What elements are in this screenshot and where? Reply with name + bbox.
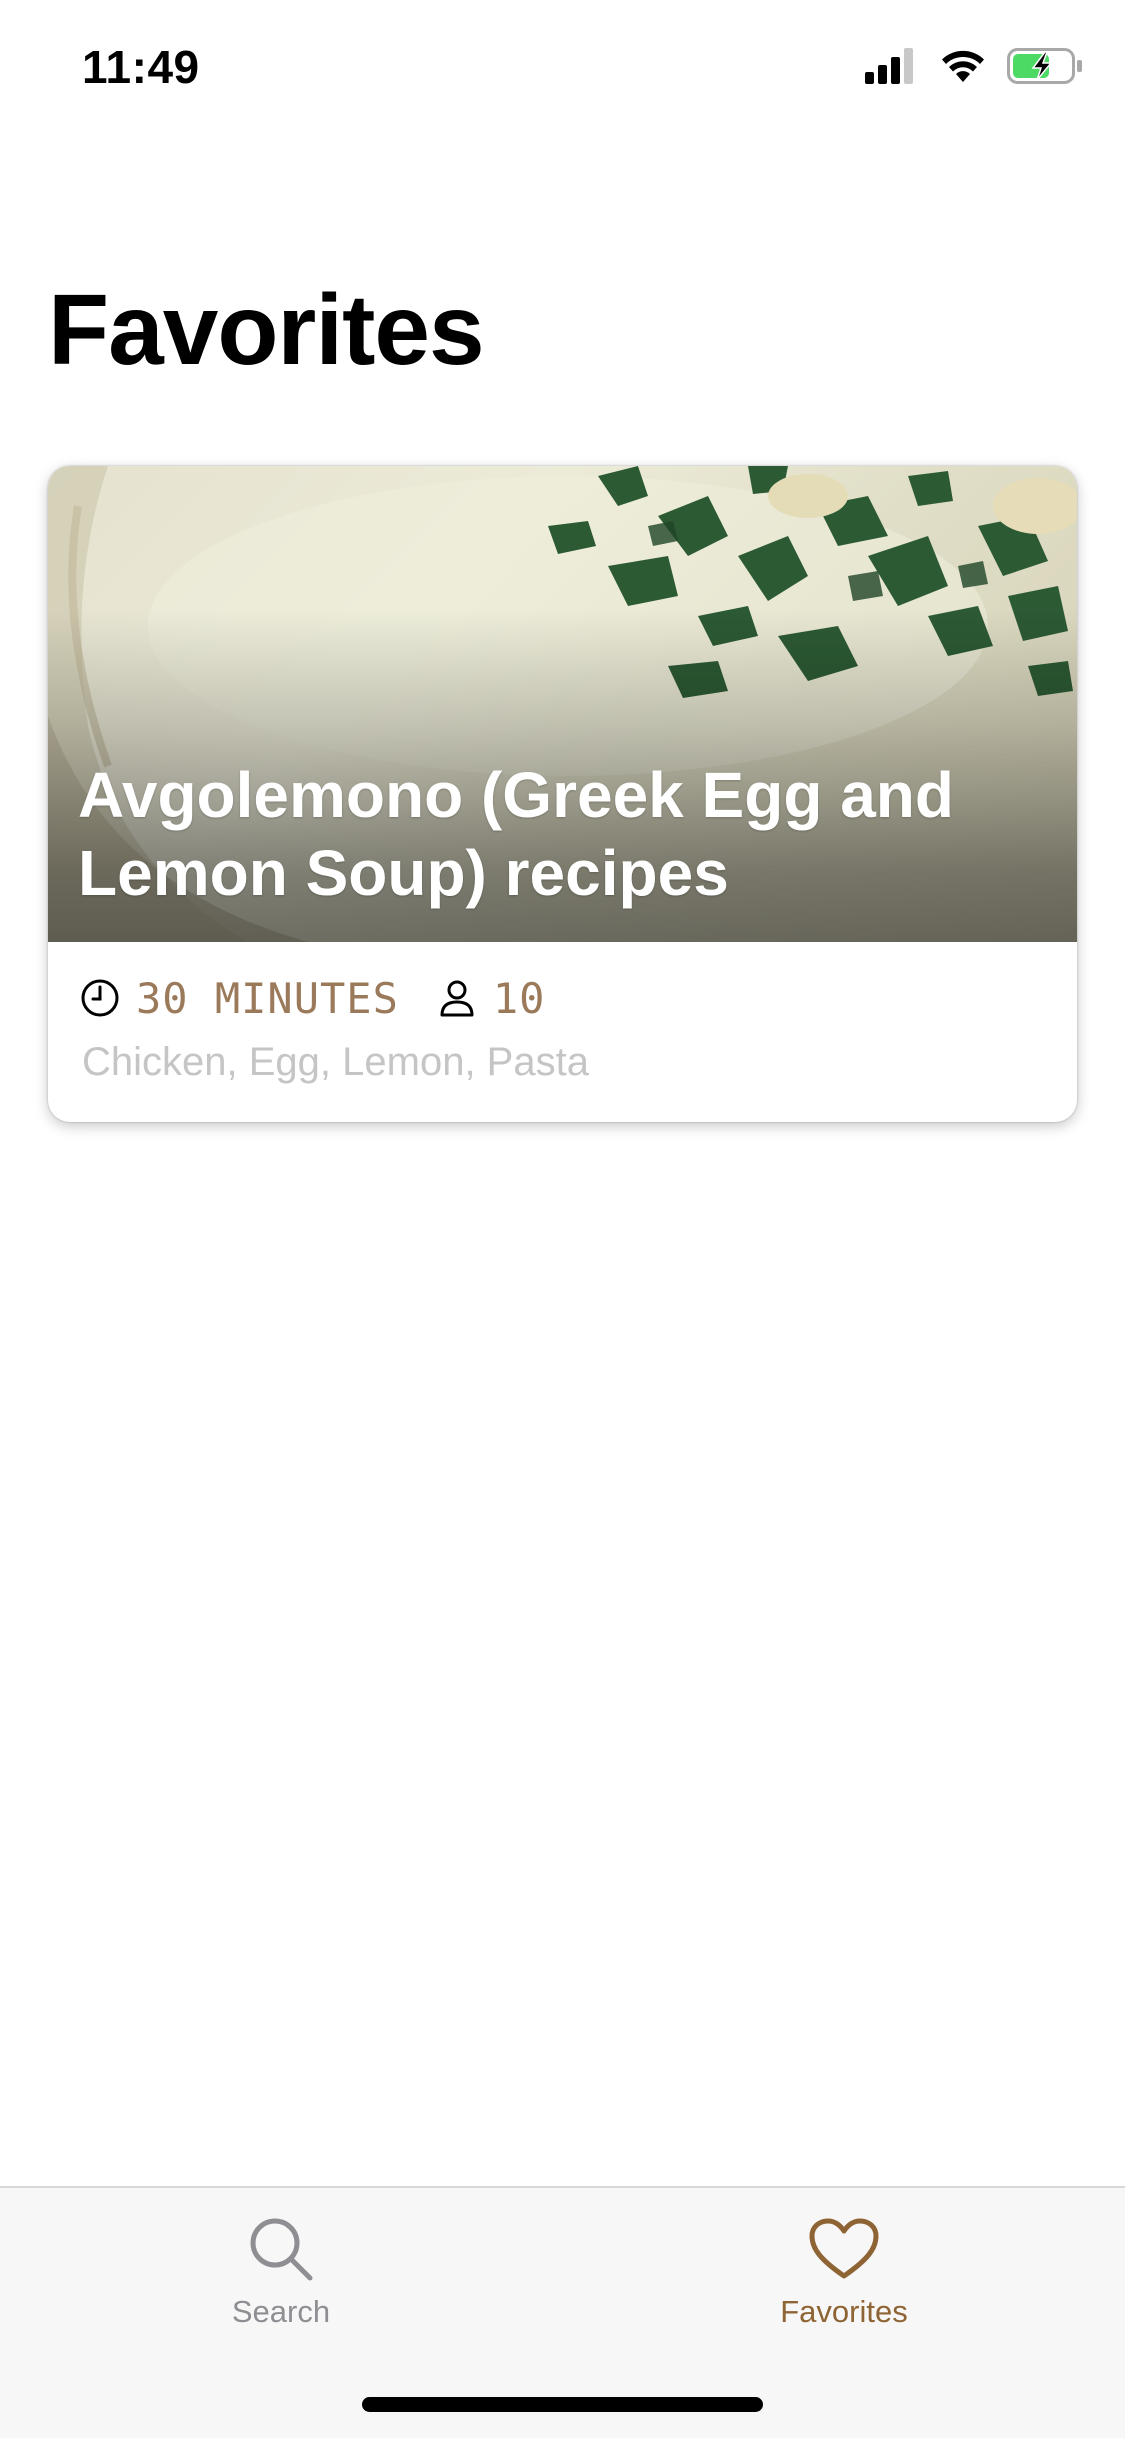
tab-search-label: Search	[231, 2294, 331, 2329]
tab-favorites[interactable]: Favorites	[714, 2214, 974, 2330]
wifi-icon	[939, 48, 987, 89]
home-indicator	[362, 2397, 763, 2412]
cellular-signal-icon	[865, 48, 919, 89]
clock-icon	[80, 978, 120, 1018]
tab-favorites-label: Favorites	[780, 2294, 908, 2329]
battery-charging-icon	[1007, 48, 1083, 89]
recipe-card[interactable]: Avgolemono (Greek Egg and Lemon Soup) re…	[48, 466, 1077, 1122]
heart-icon	[809, 2214, 879, 2284]
status-time: 11:49	[82, 41, 200, 93]
status-icons	[865, 48, 1083, 89]
recipe-meta: 30 MINUTES 10	[80, 962, 545, 1034]
tab-search[interactable]: Search	[151, 2214, 411, 2330]
recipe-time: 30 MINUTES	[136, 973, 399, 1023]
recipe-servings: 10	[492, 973, 546, 1023]
search-icon	[246, 2214, 316, 2284]
status-bar: 11:49	[0, 0, 1125, 140]
page-title: Favorites	[48, 274, 485, 386]
recipe-title: Avgolemono (Greek Egg and Lemon Soup) re…	[78, 759, 954, 909]
recipe-ingredients: Chicken, Egg, Lemon, Pasta	[82, 1040, 589, 1084]
recipe-image: Avgolemono (Greek Egg and Lemon Soup) re…	[48, 466, 1077, 942]
person-icon	[437, 978, 477, 1018]
